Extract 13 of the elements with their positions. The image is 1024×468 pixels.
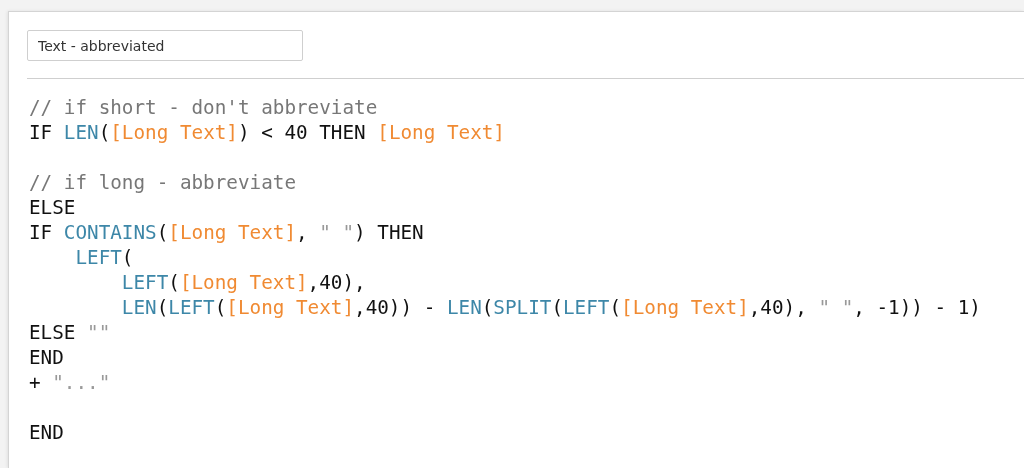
code-line: ELSE [29,195,76,220]
code-comment: // if short - don't abbreviate [29,95,378,120]
code-line: LEFT( [75,245,134,270]
code-line: END [29,420,64,445]
code-line: IF CONTAINS([Long Text], " ") THEN [29,220,424,245]
code-line: IF LEN([Long Text]) < 40 THEN [Long Text] [29,120,505,145]
code-line: + "..." [29,370,111,395]
code-line: END [29,345,64,370]
code-comment: // if long - abbreviate [29,170,296,195]
name-field[interactable]: Text - abbreviated [27,30,303,61]
code-line: ELSE "" [29,320,111,345]
code-line: LEN(LEFT([Long Text],40)) - LEN(SPLIT(LEFT([Long Text],40), " ", -1)) - 1) [121,295,981,320]
code-line: LEFT([Long Text],40), [121,270,366,295]
